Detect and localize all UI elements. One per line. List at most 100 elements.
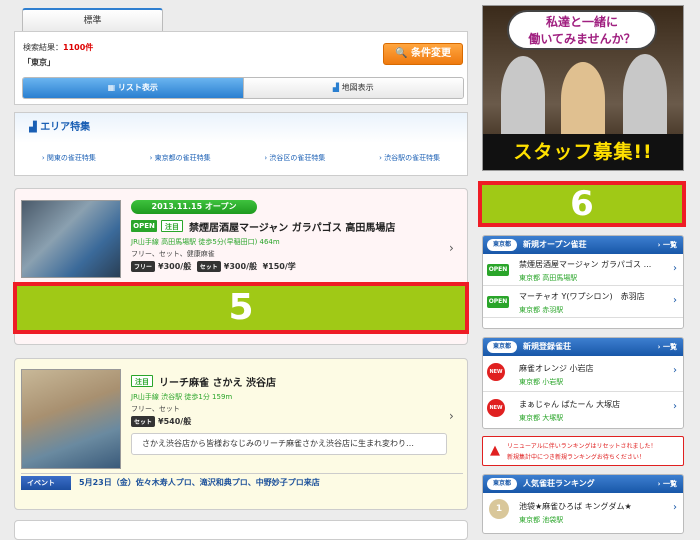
chevron-right-icon: › [673,263,677,274]
price-value: ¥300/般 [223,262,257,271]
area-link[interactable]: › 関東の雀荘特集 [42,153,96,163]
featured-badge: 注目 [161,220,183,232]
result-count: 検索結果：1100件 [23,43,94,52]
game-types: フリー、セット、健康麻雀 [131,250,215,258]
event-tag: イベント [21,476,71,490]
list-view-tab[interactable]: ▦ リスト表示 [23,78,243,98]
price-list: セット ¥540/般 [131,416,191,427]
grid-icon: ▦ [107,83,116,92]
area-link[interactable]: › 東京都の雀荘特集 [150,153,211,163]
staff-person-image [623,54,667,136]
staff-recruit-banner[interactable]: 私達と一緒に 働いてみませんか？ スタッフ募集!! [482,5,684,171]
map-view-tab[interactable]: ▟ 地図表示 [242,78,463,98]
warning-icon: ▲ [490,443,500,458]
price-tag: フリー [131,261,156,272]
open-badge: OPEN [487,264,509,276]
notice-text: リニューアルに伴いランキングはリセットされました！ 新規集計中につき新規ランキング… [507,443,657,461]
listing-card[interactable]: 2013.11.15 オープン OPEN 注目 禁煙居酒屋マージャン ガラパゴス… [13,188,469,345]
parlor-name[interactable]: 禁煙居酒屋マージャン ガラパゴス 高田馬場店 [189,219,395,234]
new-open-panel: 東京都 新規オープン雀荘 › 一覧 OPEN 禁煙居酒屋マージャン ガラパゴス … [482,235,684,329]
chevron-right-icon: › [673,401,677,412]
item-name: まぁじゃん ぱたーん 大塚店 [519,400,621,409]
open-badge: OPEN [131,220,157,232]
item-name: 池袋★麻雀ひろば キングダム★ [519,502,632,511]
game-types: フリー、セット [131,405,180,413]
view-all-link[interactable]: › 一覧 [658,236,677,254]
banner-bubble: 私達と一緒に 働いてみませんか？ [507,10,657,50]
chevron-right-icon[interactable]: › [449,241,454,255]
region-badge: 東京都 [487,341,517,353]
area-feature-panel: ▟ エリア特集 › 関東の雀荘特集 › 東京都の雀荘特集 › 渋谷区の雀荘特集 … [14,112,468,176]
staff-person-image [501,56,545,136]
access-info: JR山手線 渋谷駅 徒歩1分 159m [131,393,233,401]
item-name: 禁煙居酒屋マージャン ガラパゴス ... [519,260,652,269]
item-name: マーチャオ Y(ワプシロン) 赤羽店 [519,292,645,301]
price-value: ¥150/学 [262,262,296,271]
event-text: 5月23日（金）佐々木寿人プロ、滝沢和典プロ、中野妙子プロ来店 [79,478,320,487]
item-location: 東京都 小岩駅 [519,378,564,386]
banner-staff-text: スタッフ募集!! [483,134,683,170]
chevron-right-icon[interactable]: › [449,409,454,423]
price-value: ¥300/般 [158,262,192,271]
search-area: 「東京」 [23,58,55,67]
parlor-comment: さかえ渋谷店から皆様おなじみのリーチ麻雀さかえ渋谷店に生まれ変わり… [131,433,447,455]
rank-number: 1 [489,499,509,519]
chevron-right-icon: › [673,365,677,376]
list-item[interactable]: 1 池袋★麻雀ひろば キングダム★ 東京都 池袋駅 › [483,493,683,533]
panel-title: 人気雀荘ランキング [523,479,595,488]
list-item[interactable]: OPEN 禁煙居酒屋マージャン ガラパゴス ... 東京都 高田馬場駅 › [483,254,683,286]
panel-title: 新規登録雀荘 [523,342,571,351]
chart-icon: ▟ [29,122,37,133]
listing-card[interactable]: 注目 リーチ麻雀 さかえ 渋谷店 JR山手線 渋谷駅 徒歩1分 159m フリー… [14,358,468,510]
search-summary-panel: 検索結果：1100件 「東京」 🔍 条件変更 ▦ リスト表示 ▟ 地図表示 [14,31,468,105]
new-registration-panel: 東京都 新規登録雀荘 › 一覧 NEW 麻雀オレンジ 小岩店 東京都 小岩駅 ›… [482,337,684,429]
new-open-header: 東京都 新規オープン雀荘 › 一覧 [483,236,683,254]
item-location: 東京都 池袋駅 [519,516,564,524]
view-all-link[interactable]: › 一覧 [658,338,677,356]
parlor-photo [21,200,121,278]
placeholder-6: 6 [478,181,686,227]
chevron-right-icon: › [673,295,677,306]
area-feature-links: › 関東の雀荘特集 › 東京都の雀荘特集 › 渋谷区の雀荘特集 › 渋谷駅の雀荘… [15,153,467,163]
item-location: 東京都 赤羽駅 [519,306,564,314]
ranking-reset-notice: ▲ リニューアルに伴いランキングはリセットされました！ 新規集計中につき新規ランキ… [482,436,684,466]
access-info: JR山手線 高田馬場駅 徒歩5分(早稲田口) 464m [131,238,280,246]
featured-badge: 注目 [131,375,153,387]
price-list: フリー ¥300/般 セット ¥300/般 ¥150/学 [131,261,296,272]
area-link[interactable]: › 渋谷区の雀荘特集 [264,153,325,163]
list-item[interactable]: OPEN マーチャオ Y(ワプシロン) 赤羽店 東京都 赤羽駅 › [483,286,683,318]
area-link[interactable]: › 渋谷駅の雀荘特集 [379,153,440,163]
parlor-name[interactable]: リーチ麻雀 さかえ 渋谷店 [159,374,276,389]
new-badge: NEW [487,399,505,417]
price-tag: セット [196,261,221,272]
staff-person-image [561,62,605,136]
change-conditions-button[interactable]: 🔍 条件変更 [383,43,463,65]
ranking-header: 東京都 人気雀荘ランキング › 一覧 [483,475,683,493]
search-icon: 🔍 [395,48,408,59]
price-tag: セット [131,416,156,427]
region-badge: 東京都 [487,239,517,251]
chevron-right-icon: › [673,502,677,513]
panel-title: 新規オープン雀荘 [523,240,587,249]
item-location: 東京都 高田馬場駅 [519,274,578,282]
area-feature-title: ▟ エリア特集 [15,113,467,143]
list-item[interactable]: NEW 麻雀オレンジ 小岩店 東京都 小岩駅 › [483,356,683,392]
map-icon: ▟ [332,83,340,92]
item-name: 麻雀オレンジ 小岩店 [519,364,594,373]
parlor-photo [21,369,121,469]
event-bar[interactable]: イベント 5月23日（金）佐々木寿人プロ、滝沢和典プロ、中野妙子プロ来店 [21,473,463,491]
new-badge: NEW [487,363,505,381]
ranking-panel: 東京都 人気雀荘ランキング › 一覧 1 池袋★麻雀ひろば キングダム★ 東京都… [482,474,684,534]
placeholder-5: 5 [13,282,469,334]
new-registration-header: 東京都 新規登録雀荘 › 一覧 [483,338,683,356]
item-location: 東京都 大塚駅 [519,414,564,422]
open-date-badge: 2013.11.15 オープン [131,200,257,214]
listing-card[interactable] [14,520,468,540]
list-item[interactable]: NEW まぁじゃん ぱたーん 大塚店 東京都 大塚駅 › [483,392,683,428]
view-toggle: ▦ リスト表示 ▟ 地図表示 [22,77,464,99]
open-badge: OPEN [487,296,509,308]
region-badge: 東京都 [487,478,517,490]
price-value: ¥540/般 [158,417,192,426]
tab-standard[interactable]: 標準 [22,8,163,32]
view-all-link[interactable]: › 一覧 [658,475,677,493]
